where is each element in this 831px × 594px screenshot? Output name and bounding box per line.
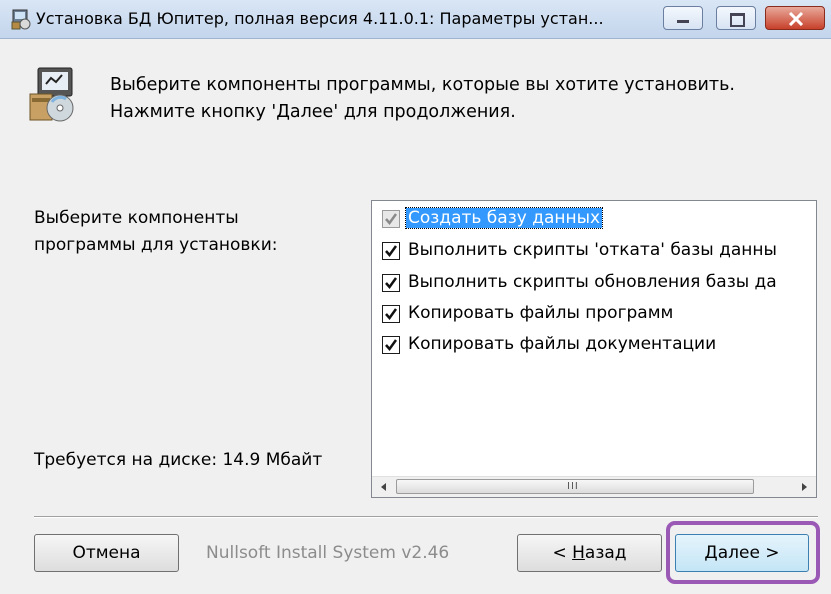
checkmark-icon [385,277,398,290]
footer-separator [34,516,818,518]
component-label: Копировать файлы документации [408,334,717,354]
close-button[interactable] [765,6,825,30]
cancel-button[interactable]: Отмена [34,534,179,572]
horizontal-scrollbar[interactable]: III [372,476,816,497]
next-button-highlight [666,521,820,584]
components-list[interactable]: Создать базу данных Выполнить скрипты 'о… [371,200,817,498]
back-prefix: < [552,543,573,563]
back-label-rest: азад [584,543,627,563]
back-accelerator: Н [572,543,585,563]
components-label-line-1: Выберите компоненты [34,208,239,228]
checkmark-icon [385,245,398,258]
checkbox[interactable] [382,305,400,323]
component-label: Создать базу данных [404,207,604,229]
close-icon [788,12,804,26]
installer-package-icon [29,67,74,122]
component-label: Выполнить скрипты 'отката' базы данны [408,240,777,260]
scroll-left-icon[interactable] [374,477,394,497]
checkmark-icon [385,213,398,226]
checkbox[interactable] [382,274,400,292]
components-label: Выберите компоненты программы для устано… [34,205,277,259]
scroll-right-icon[interactable] [794,477,814,497]
component-label: Копировать файлы программ [408,303,674,323]
title-bar: Установка БД Юпитер, полная версия 4.11.… [0,0,831,39]
checkmark-icon [385,308,398,321]
components-label-line-2: программы для установки: [34,235,278,255]
scrollbar-thumb[interactable]: III [396,479,754,494]
installer-app-icon [11,9,31,30]
maximize-button[interactable] [716,6,756,30]
header-instructions: Выберите компоненты программы, которые в… [110,72,735,126]
checkmark-icon [385,339,398,352]
nsis-branding: Nullsoft Install System v2.46 [206,543,450,563]
checkbox[interactable] [382,336,400,354]
scrollbar-grip: III [567,481,579,492]
minimize-button[interactable] [663,6,703,30]
checkbox[interactable] [382,210,400,228]
header-line-1: Выберите компоненты программы, которые в… [110,75,735,95]
checkbox[interactable] [382,242,400,260]
component-label: Выполнить скрипты обновления базы да [408,272,777,292]
window-title: Установка БД Юпитер, полная версия 4.11.… [36,9,604,28]
space-required: Требуется на диске: 14.9 Мбайт [34,450,323,470]
header-line-2: Нажмите кнопку 'Далее' для продолжения. [110,102,516,122]
back-button[interactable]: < Назад [517,534,662,572]
